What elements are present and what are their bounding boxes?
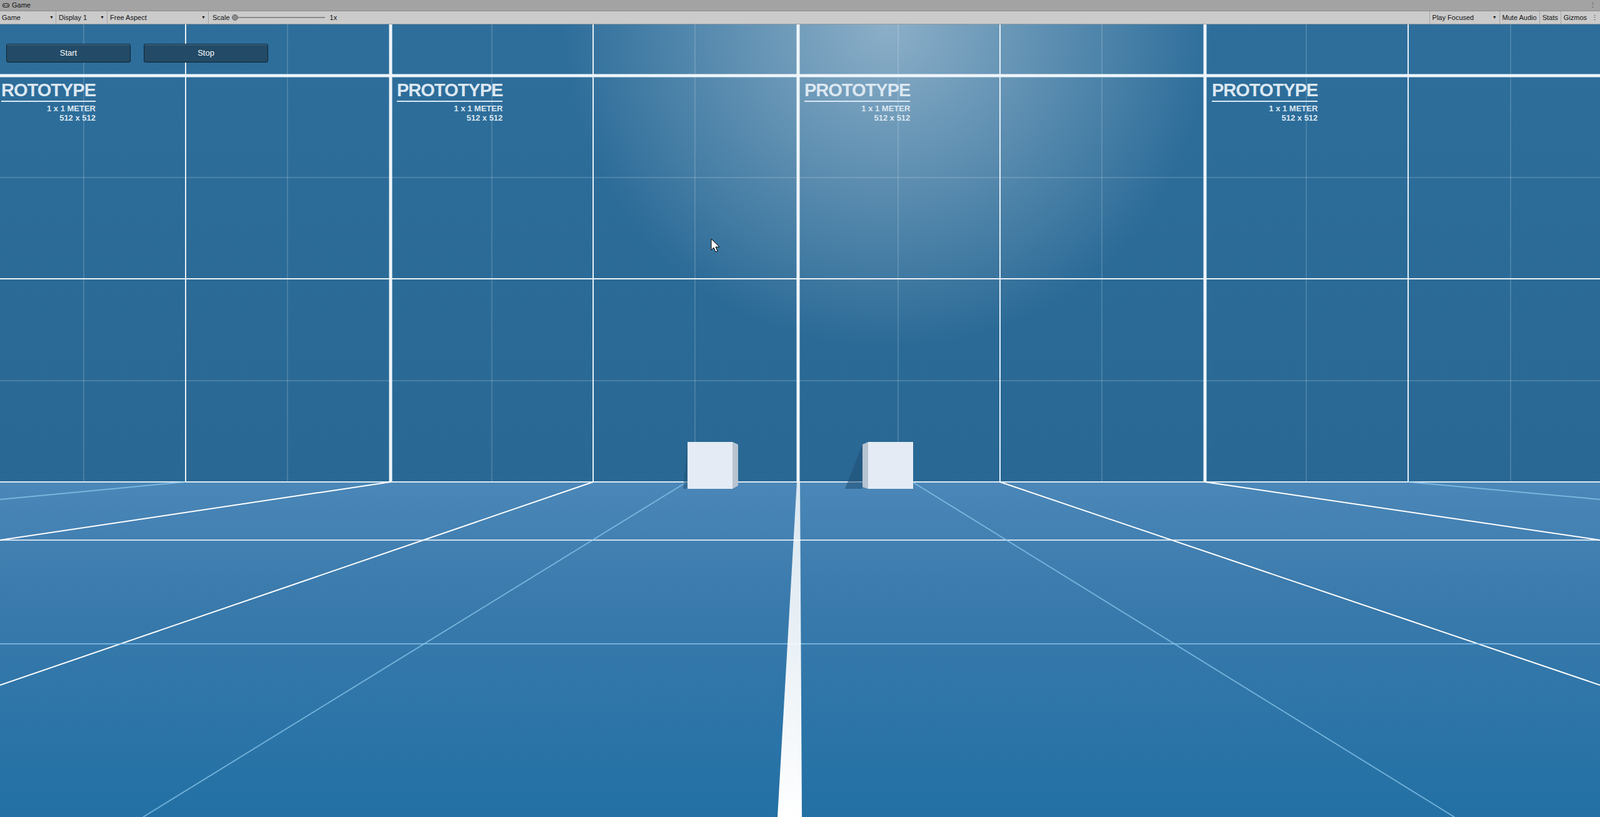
- play-mode-dropdown[interactable]: Play Focused▼: [1429, 11, 1500, 24]
- wall-label-resolution: 512 x 512: [59, 113, 96, 122]
- wall-label-title: ROTOTYPE: [1, 81, 96, 102]
- wall-label: ROTOTYPE 1 x 1 METER512 x 512: [1, 81, 96, 122]
- gamepad-icon: [2, 2, 10, 9]
- dropdown-arrow-icon: ▼: [201, 14, 206, 22]
- dropdown-arrow-icon: ▼: [49, 14, 54, 22]
- game-buttons: Start Stop: [6, 43, 269, 63]
- start-button[interactable]: Start: [6, 43, 131, 63]
- view-dropdown[interactable]: Game▼: [0, 11, 57, 24]
- scale-reading: 1x: [330, 12, 338, 24]
- game-view[interactable]: ROTOTYPE1 x 1 METER512 x 512PROTOTYPE1 x…: [0, 24, 1600, 817]
- cube-left: [683, 441, 739, 489]
- wall-label-size: 1 x 1 METER: [1268, 104, 1318, 113]
- wall-label: PROTOTYPE 1 x 1 METER512 x 512: [804, 81, 910, 122]
- wall-label-resolution: 512 x 512: [1281, 113, 1319, 122]
- wall-label-title: PROTOTYPE: [396, 81, 503, 102]
- wall-label-size: 1 x 1 METER: [46, 104, 96, 113]
- wall-label-title: PROTOTYPE: [804, 81, 910, 102]
- display-dropdown[interactable]: Display 1▼: [56, 11, 108, 24]
- scale-thumb[interactable]: [231, 14, 239, 21]
- window-tab-bar: Game ⋮: [0, 0, 1600, 12]
- aspect-dropdown[interactable]: Free Aspect▼: [107, 11, 209, 24]
- toggle-label: Stats: [1542, 12, 1559, 24]
- wall-label: PROTOTYPE 1 x 1 METER512 x 512: [396, 81, 503, 122]
- menu-icon[interactable]: ⋮: [1589, 1, 1598, 9]
- wall-label: PROTOTYPE 1 x 1 METER512 x 512: [1211, 81, 1318, 122]
- toggle-label: Mute Audio: [1502, 12, 1537, 24]
- window-title[interactable]: Game: [11, 1, 31, 9]
- wall-labels: ROTOTYPE1 x 1 METER512 x 512PROTOTYPE1 x…: [0, 24, 1600, 817]
- toggle-label: Gizmos: [1563, 12, 1587, 24]
- scale-control: Scale 1x: [208, 11, 337, 24]
- stop-button[interactable]: Stop: [143, 43, 269, 63]
- scene-render: [0, 24, 1600, 817]
- wall-label-size: 1 x 1 METER: [861, 104, 910, 113]
- toolbar-toggle[interactable]: Stats: [1539, 11, 1561, 24]
- cube-right: [845, 441, 914, 489]
- scale-label: Scale: [212, 12, 230, 24]
- wall-label-title: PROTOTYPE: [1211, 81, 1318, 102]
- wall-label-size: 1 x 1 METER: [453, 104, 503, 113]
- cursor-icon: [711, 238, 720, 252]
- more-icon[interactable]: ⋮: [1589, 12, 1600, 24]
- dropdown-arrow-icon: ▼: [1492, 14, 1497, 22]
- toolbar-toggle[interactable]: Gizmos: [1560, 11, 1590, 24]
- game-toolbar: Game▼ Display 1▼ Free Aspect▼ Scale 1x P…: [0, 11, 1600, 25]
- scale-track[interactable]: [235, 16, 325, 19]
- dropdown-arrow-icon: ▼: [100, 14, 105, 22]
- wall-label-resolution: 512 x 512: [874, 113, 911, 122]
- wall-label-resolution: 512 x 512: [466, 113, 504, 122]
- toolbar-toggle[interactable]: Mute Audio: [1499, 11, 1540, 24]
